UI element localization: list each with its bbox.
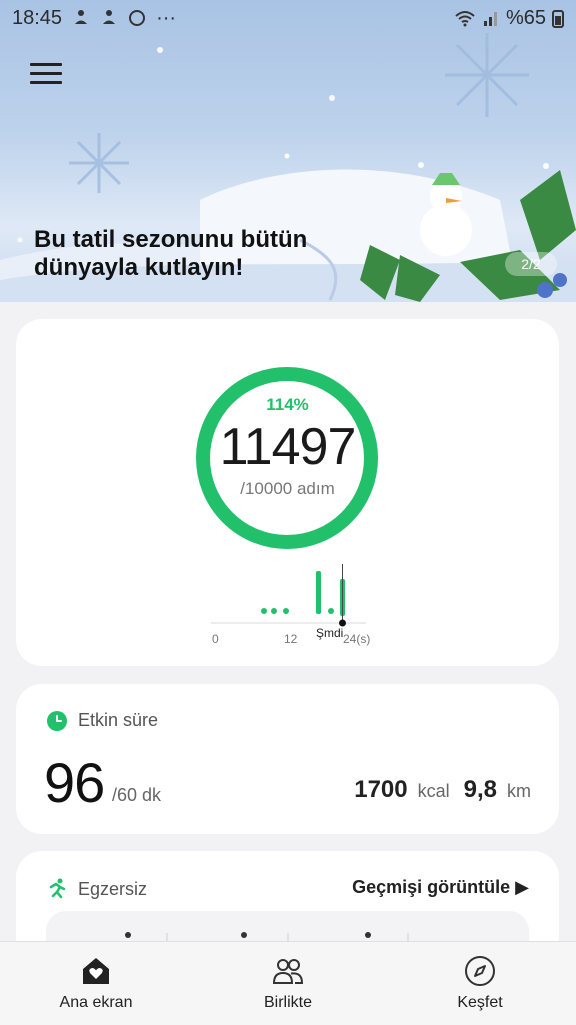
nav-home-label: Ana ekran bbox=[59, 994, 133, 1011]
battery-level: %65 bbox=[505, 6, 546, 29]
whatsapp-icon bbox=[129, 10, 146, 26]
wifi-icon bbox=[455, 11, 475, 27]
yoga-icon bbox=[75, 10, 88, 24]
status-bar: 18:45 ··· %65 bbox=[0, 0, 576, 36]
running-icon bbox=[49, 878, 66, 899]
nav-home[interactable]: Ana ekran bbox=[21, 942, 171, 1012]
steps-goal: /10000 adım bbox=[240, 479, 335, 498]
signal-icon bbox=[483, 12, 497, 26]
chart-point bbox=[261, 608, 267, 614]
calorie-distance-metrics: 1700 kcal 9,8 km bbox=[354, 776, 531, 804]
battery-icon bbox=[552, 10, 564, 28]
chart-label-start: 0 bbox=[212, 632, 219, 646]
yoga-icon bbox=[103, 10, 116, 24]
nav-together[interactable]: Birlikte bbox=[213, 942, 363, 1012]
active-time-card[interactable]: Etkin süre 96 /60 dk 1700 kcal 9,8 km bbox=[16, 684, 559, 834]
banner-title: Bu tatil sezonunu bütün dünyayla kutlayı… bbox=[34, 226, 308, 281]
active-time-goal: /60 dk bbox=[112, 785, 162, 805]
status-time: 18:45 bbox=[12, 6, 63, 29]
compass-icon bbox=[465, 956, 495, 986]
kcal-value: 1700 bbox=[354, 776, 408, 803]
steps-percent: 114% bbox=[266, 395, 309, 414]
menu-button[interactable] bbox=[30, 58, 62, 88]
distance-value: 9,8 bbox=[463, 776, 497, 803]
home-heart-icon bbox=[83, 958, 109, 984]
active-time-value: 96 bbox=[44, 751, 105, 814]
exercise-title: Egzersiz bbox=[78, 879, 148, 899]
holiday-banner[interactable]: Bu tatil sezonunu bütün dünyayla kutlayı… bbox=[0, 0, 576, 302]
kcal-unit: kcal bbox=[417, 781, 450, 801]
chart-label-mid: 12 bbox=[284, 632, 298, 646]
chart-label-end: 24(s) bbox=[343, 632, 371, 646]
people-icon bbox=[272, 959, 304, 984]
steps-card[interactable]: 114% 11497 /10000 adım 0 12 Şmdi 24(s) bbox=[16, 319, 559, 666]
chart-label-now: Şmdi bbox=[316, 626, 344, 640]
chart-bar bbox=[316, 571, 321, 614]
bottom-navigation: Ana ekran Birlikte Keşfet bbox=[0, 941, 576, 1025]
chart-point bbox=[283, 608, 289, 614]
nav-discover[interactable]: Keşfet bbox=[405, 942, 555, 1012]
view-history-link[interactable]: Geçmişi görüntüle ▶ bbox=[352, 877, 529, 898]
clock-icon bbox=[47, 711, 67, 731]
steps-count: 11497 bbox=[219, 418, 357, 476]
chart-point bbox=[271, 608, 277, 614]
banner-page-indicator: 2/2 bbox=[505, 252, 557, 276]
active-time-title: Etkin süre bbox=[78, 710, 159, 730]
chart-point bbox=[328, 608, 334, 614]
nav-discover-label: Keşfet bbox=[457, 994, 503, 1011]
distance-unit: km bbox=[507, 781, 531, 801]
more-notifications: ··· bbox=[156, 6, 177, 29]
nav-together-label: Birlikte bbox=[263, 994, 312, 1011]
